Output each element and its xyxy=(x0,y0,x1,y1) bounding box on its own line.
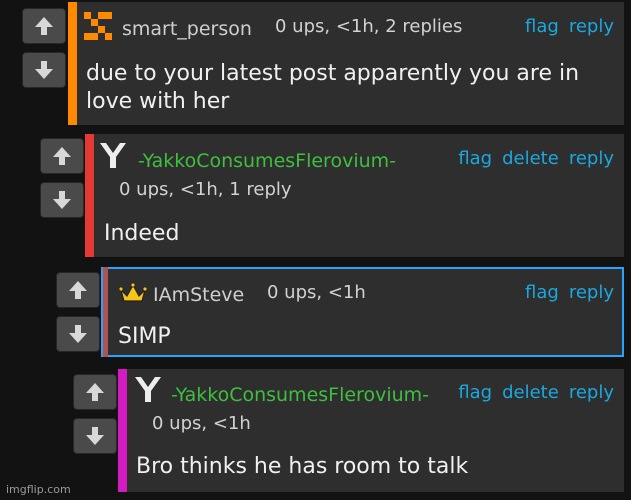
vote-column xyxy=(56,272,100,352)
comment-text: Bro thinks he has room to talk xyxy=(136,454,469,479)
orange-pixel-avatar-icon xyxy=(84,12,112,40)
arrow-down-icon xyxy=(69,325,87,343)
comment-actions: flag reply xyxy=(515,282,614,303)
upvote-button[interactable] xyxy=(73,374,117,410)
arrow-up-icon xyxy=(35,17,53,35)
comment-meta: 0 ups, <1h xyxy=(267,282,366,303)
thread-bar xyxy=(118,369,127,492)
arrow-down-icon xyxy=(35,61,53,79)
crown-avatar-icon xyxy=(119,282,147,302)
comment-text: SIMP xyxy=(118,324,171,349)
thread-bar xyxy=(101,267,108,357)
comment-card: IAmSteve 0 ups, <1h flag reply SIMP xyxy=(101,267,624,357)
comment-meta: 0 ups, <1h, 1 reply xyxy=(119,179,292,200)
vote-column xyxy=(22,8,66,88)
watermark: imgflip.com xyxy=(6,483,71,496)
flag-link[interactable]: flag xyxy=(458,148,492,169)
flag-link[interactable]: flag xyxy=(525,16,559,37)
comment-text: due to your latest post apparently you a… xyxy=(86,61,580,114)
upvote-button[interactable] xyxy=(56,272,100,308)
comment-card: -YakkoConsumesFlerovium- flag delete reply… xyxy=(118,369,624,492)
reply-link[interactable]: reply xyxy=(569,16,614,37)
comment-meta: 0 ups, <1h, 2 replies xyxy=(275,16,463,37)
username-link[interactable]: IAmSteve xyxy=(153,284,244,306)
white-y-avatar-icon xyxy=(135,377,161,402)
comment-meta: 0 ups, <1h xyxy=(152,413,251,434)
upvote-button[interactable] xyxy=(22,8,66,44)
thread-bar xyxy=(68,2,77,125)
thread-bar xyxy=(85,134,94,257)
upvote-button[interactable] xyxy=(40,138,84,174)
reply-link[interactable]: reply xyxy=(569,382,614,403)
downvote-button[interactable] xyxy=(40,182,84,218)
username-link[interactable]: smart_person xyxy=(122,18,252,40)
downvote-button[interactable] xyxy=(56,316,100,352)
comment-actions: flag reply xyxy=(515,16,614,37)
comment-actions: flag delete reply xyxy=(448,148,614,169)
comment-card: smart_person 0 ups, <1h, 2 replies flag r… xyxy=(68,2,624,125)
flag-link[interactable]: flag xyxy=(458,382,492,403)
delete-link[interactable]: delete xyxy=(502,148,559,169)
vote-column xyxy=(73,374,117,454)
reply-link[interactable]: reply xyxy=(569,282,614,303)
flag-link[interactable]: flag xyxy=(525,282,559,303)
arrow-down-icon xyxy=(53,191,71,209)
white-y-avatar-icon xyxy=(100,143,126,168)
arrow-up-icon xyxy=(53,147,71,165)
username-link[interactable]: -YakkoConsumesFlerovium- xyxy=(138,150,396,172)
downvote-button[interactable] xyxy=(73,418,117,454)
arrow-up-icon xyxy=(86,383,104,401)
arrow-down-icon xyxy=(86,427,104,445)
downvote-button[interactable] xyxy=(22,52,66,88)
comment-actions: flag delete reply xyxy=(448,382,614,403)
reply-link[interactable]: reply xyxy=(569,148,614,169)
vote-column xyxy=(40,138,84,218)
username-link[interactable]: -YakkoConsumesFlerovium- xyxy=(171,384,429,406)
comment-text: Indeed xyxy=(104,221,180,246)
arrow-up-icon xyxy=(69,281,87,299)
comment-card: -YakkoConsumesFlerovium- flag delete reply… xyxy=(85,134,624,257)
delete-link[interactable]: delete xyxy=(502,382,559,403)
